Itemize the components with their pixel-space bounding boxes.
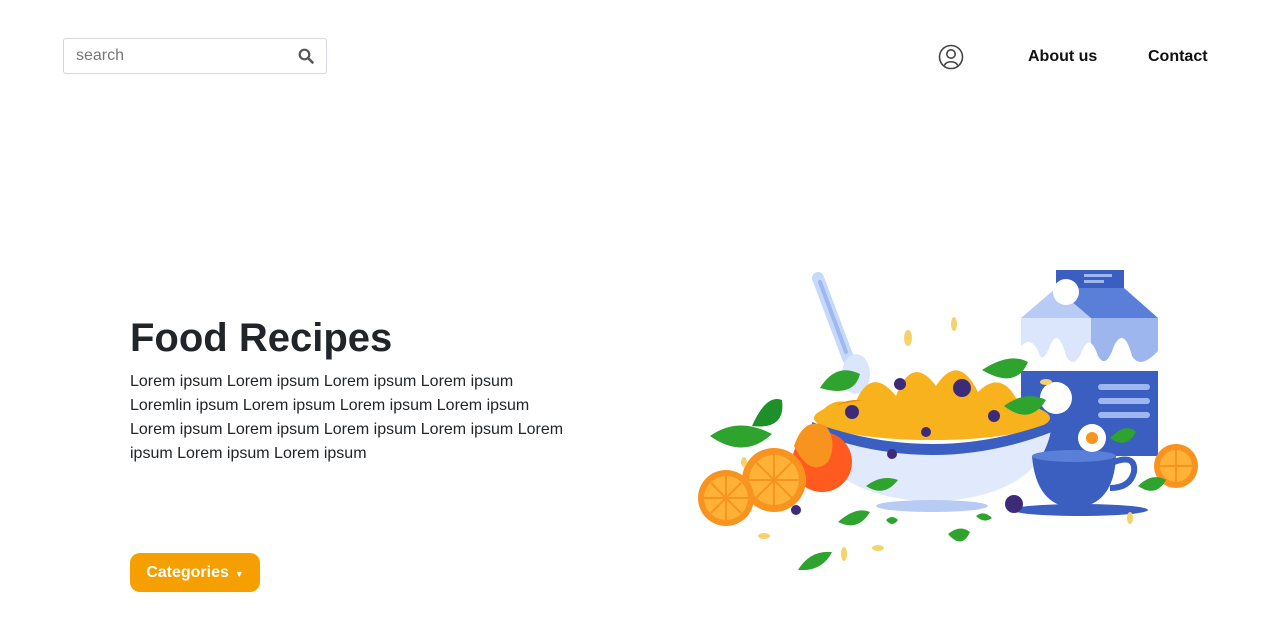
top-nav: About us Contact xyxy=(0,44,1284,70)
categories-label: Categories xyxy=(146,563,229,581)
chevron-down-icon: ▼ xyxy=(234,568,244,579)
nav-contact-link[interactable]: Contact xyxy=(1148,48,1208,66)
nav-about-link[interactable]: About us xyxy=(1028,48,1097,66)
hero-title: Food Recipes xyxy=(130,316,393,360)
hero-description: Lorem ipsum Lorem ipsum Lorem ipsum Lore… xyxy=(130,373,564,462)
categories-button[interactable]: Categories ▼ xyxy=(130,553,260,592)
user-icon[interactable] xyxy=(938,44,964,70)
breakfast-cereal-illustration xyxy=(698,270,1198,571)
cereal-bowl xyxy=(812,358,1052,512)
